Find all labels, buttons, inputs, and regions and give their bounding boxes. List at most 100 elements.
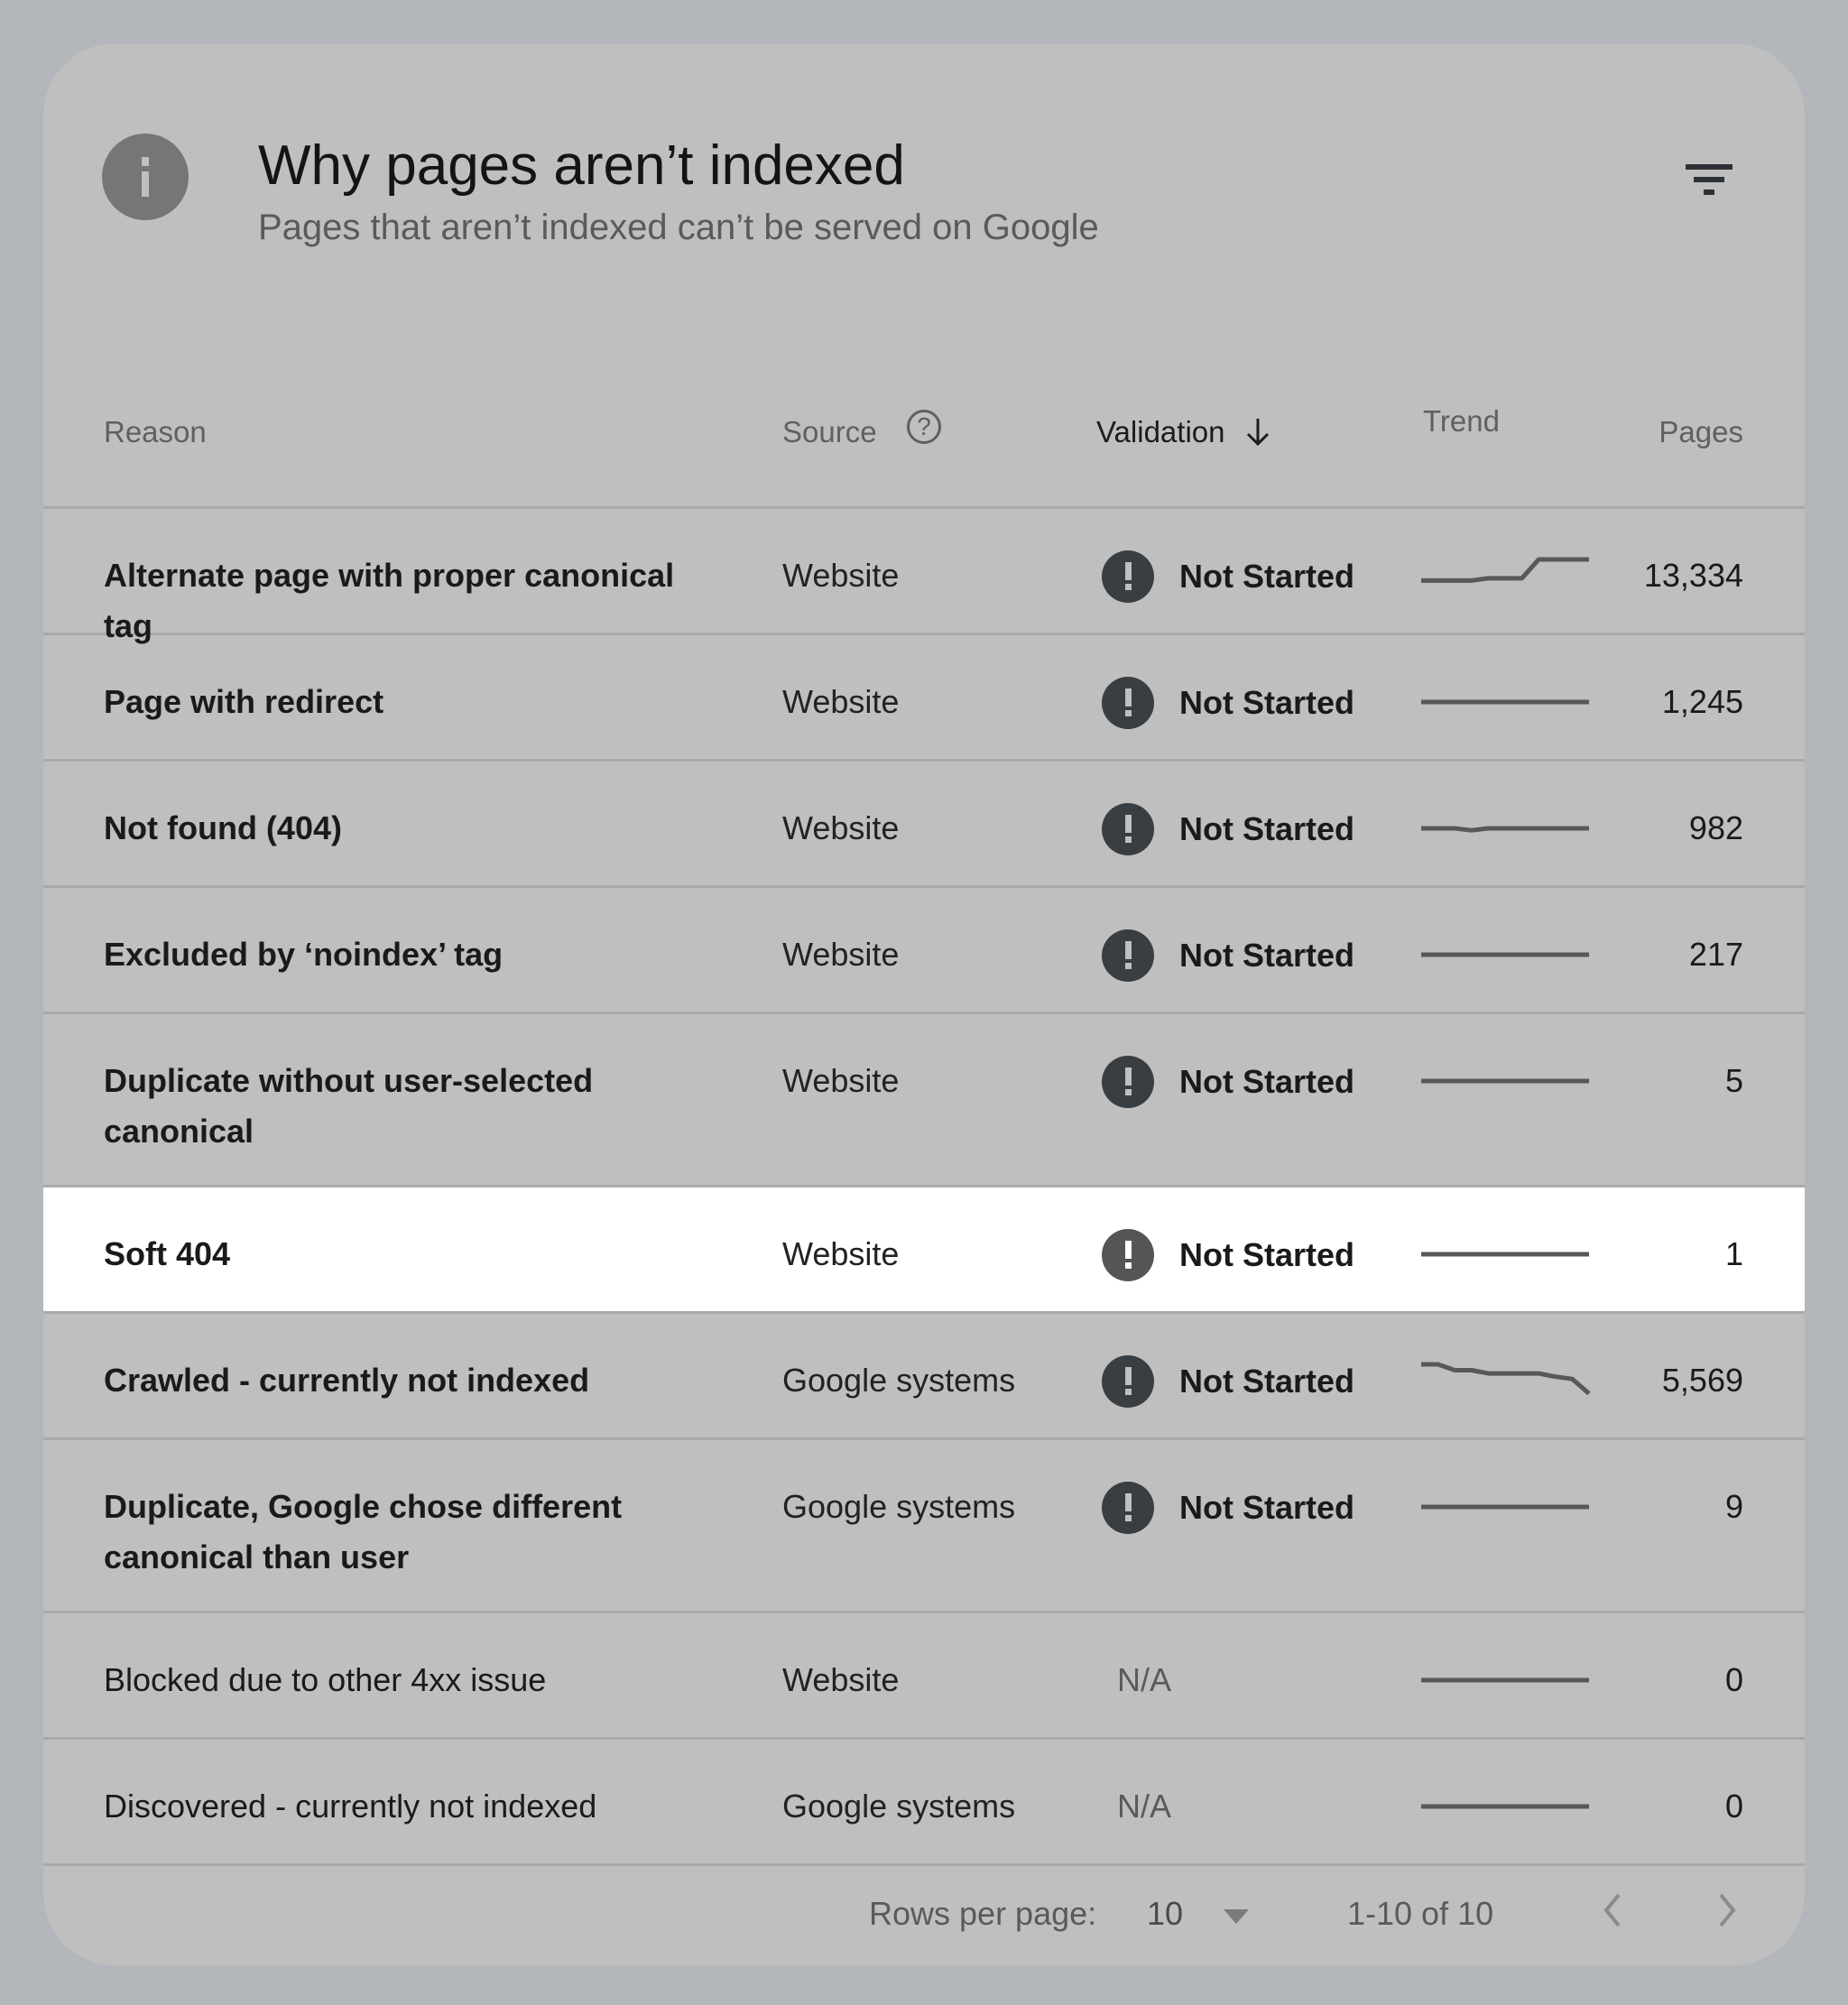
reason-cell: Excluded by ‘noindex’ tag xyxy=(104,936,504,973)
source-cell: Website xyxy=(782,1235,900,1272)
table-row[interactable]: Not found (404) Website Not Started 982 xyxy=(43,762,1805,888)
column-header-trend: Trend xyxy=(1423,404,1500,438)
validation-status: Not Started xyxy=(1179,1489,1355,1526)
validation-cell: N/A xyxy=(1117,1655,1171,1705)
trend-sparkline xyxy=(1421,1677,1589,1683)
column-header-pages[interactable]: Pages xyxy=(1659,415,1743,449)
table-row[interactable]: Page with redirect Website Not Started 1,24… xyxy=(43,635,1805,762)
reason-cell: Not found (404) xyxy=(104,809,342,846)
column-header-reason[interactable]: Reason xyxy=(104,415,207,449)
table-body: Alternate page with proper canonical tag… xyxy=(43,509,1805,1866)
table-row[interactable]: Discovered - currently not indexed Google… xyxy=(43,1740,1805,1866)
table-row[interactable]: Duplicate, Google chose different canoni… xyxy=(43,1440,1805,1613)
trend-sparkline xyxy=(1421,1252,1589,1257)
validation-status: Not Started xyxy=(1179,684,1355,721)
trend-line xyxy=(1421,557,1589,583)
exclamation-icon xyxy=(1102,1482,1154,1534)
validation-cell: Not Started xyxy=(1102,550,1354,603)
source-cell: Google systems xyxy=(782,1362,1016,1399)
validation-cell: Not Started xyxy=(1102,1482,1354,1534)
validation-status: Not Started xyxy=(1179,558,1355,595)
help-icon[interactable]: ? xyxy=(907,410,941,444)
validation-cell: Not Started xyxy=(1102,1355,1354,1408)
filter-icon[interactable] xyxy=(1682,157,1736,202)
index-report-card: Why pages aren’t indexed Pages that aren… xyxy=(43,43,1805,1965)
trend-sparkline xyxy=(1421,1804,1589,1809)
validation-cell: Not Started xyxy=(1102,803,1354,855)
trend-sparkline xyxy=(1421,826,1589,833)
pages-count: 0 xyxy=(1724,1661,1743,1698)
source-cell: Website xyxy=(782,683,900,720)
validation-cell: N/A xyxy=(1117,1781,1171,1832)
source-cell: Website xyxy=(782,809,900,846)
trend-line xyxy=(1421,1362,1591,1396)
column-header-source[interactable]: Source xyxy=(782,415,877,449)
pages-count: 13,334 xyxy=(1643,557,1743,594)
pagination: Rows per page: 10 1-10 of 10 xyxy=(43,1864,1805,1965)
table-row[interactable]: Duplicate without user-selected canonica… xyxy=(43,1014,1805,1187)
chevron-left-icon[interactable] xyxy=(1595,1888,1631,1933)
table-row[interactable]: Soft 404 Website Not Started 1 xyxy=(43,1187,1805,1314)
source-cell: Website xyxy=(782,557,900,594)
pages-count: 1 xyxy=(1724,1235,1743,1272)
validation-status: Not Started xyxy=(1179,937,1355,974)
trend-sparkline xyxy=(1421,1504,1589,1510)
reason-cell: Soft 404 xyxy=(104,1235,231,1272)
validation-status: Not Started xyxy=(1179,810,1355,847)
table-row[interactable]: Crawled - currently not indexed Google sy… xyxy=(43,1314,1805,1440)
chevron-right-icon[interactable] xyxy=(1708,1888,1744,1933)
exclamation-icon xyxy=(1102,1229,1154,1281)
validation-status: Not Started xyxy=(1179,1063,1355,1100)
rows-per-page-label: Rows per page: xyxy=(869,1895,1097,1932)
reason-cell: Crawled - currently not indexed xyxy=(104,1362,590,1399)
table-row[interactable]: Alternate page with proper canonical tag… xyxy=(43,509,1805,644)
pages-count: 0 xyxy=(1724,1788,1743,1825)
rows-per-page-select[interactable]: 10 xyxy=(1147,1895,1183,1933)
validation-cell: Not Started xyxy=(1102,1056,1354,1108)
trend-sparkline xyxy=(1421,952,1589,957)
sort-descending-icon xyxy=(1246,419,1269,447)
table-row[interactable]: Blocked due to other 4xx issue Website N/A… xyxy=(43,1613,1805,1740)
trend-sparkline xyxy=(1421,699,1589,705)
validation-status: N/A xyxy=(1117,1661,1172,1698)
source-cell: Google systems xyxy=(782,1788,1016,1825)
caret-down-icon[interactable] xyxy=(1224,1909,1249,1924)
validation-cell: Not Started xyxy=(1102,1229,1354,1281)
validation-status: N/A xyxy=(1117,1788,1172,1825)
reason-cell: Duplicate, Google chose different canoni… xyxy=(104,1488,623,1575)
pages-count: 982 xyxy=(1688,809,1743,846)
validation-cell: Not Started xyxy=(1102,929,1354,982)
source-cell: Website xyxy=(782,936,900,973)
trend-line xyxy=(1421,826,1589,833)
trend-sparkline xyxy=(1421,1078,1589,1084)
pagination-range: 1-10 of 10 xyxy=(1347,1895,1494,1932)
reason-cell: Discovered - currently not indexed xyxy=(104,1788,597,1825)
pages-count: 5,569 xyxy=(1661,1362,1743,1399)
exclamation-icon xyxy=(1102,929,1154,982)
table-row[interactable]: Excluded by ‘noindex’ tag Website Not Star… xyxy=(43,888,1805,1014)
pages-count: 217 xyxy=(1688,936,1743,973)
validation-status: Not Started xyxy=(1179,1236,1355,1273)
exclamation-icon xyxy=(1102,550,1154,603)
card-subtitle: Pages that aren’t indexed can’t be serve… xyxy=(258,208,1099,247)
table-header: Reason Source ? Validation Trend Pages xyxy=(43,368,1805,509)
exclamation-icon xyxy=(1102,1355,1154,1408)
info-icon xyxy=(102,134,189,220)
reason-cell: Blocked due to other 4xx issue xyxy=(104,1661,547,1698)
exclamation-icon xyxy=(1102,677,1154,729)
exclamation-icon xyxy=(1102,803,1154,855)
reason-cell: Page with redirect xyxy=(104,683,384,720)
source-cell: Website xyxy=(782,1062,900,1099)
exclamation-icon xyxy=(1102,1056,1154,1108)
trend-sparkline xyxy=(1421,1362,1591,1396)
validation-cell: Not Started xyxy=(1102,677,1354,729)
pages-count: 1,245 xyxy=(1661,683,1743,720)
source-cell: Google systems xyxy=(782,1488,1016,1525)
reason-cell: Duplicate without user-selected canonica… xyxy=(104,1062,594,1150)
column-header-validation[interactable]: Validation xyxy=(1096,415,1270,449)
source-cell: Website xyxy=(782,1661,900,1698)
pages-count: 9 xyxy=(1724,1488,1743,1525)
trend-sparkline xyxy=(1421,557,1589,583)
pages-count: 5 xyxy=(1724,1062,1743,1099)
validation-status: Not Started xyxy=(1179,1363,1355,1400)
